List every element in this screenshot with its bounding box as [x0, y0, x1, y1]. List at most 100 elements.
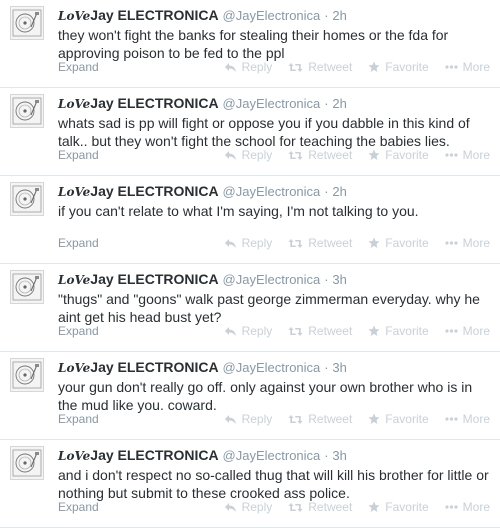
- author-prefix[interactable]: LoVe: [58, 9, 90, 23]
- tweet-header: LoVeJay ELECTRONICA @JayElectronica · 2h: [58, 183, 347, 201]
- favorite-button[interactable]: Favorite: [368, 60, 429, 74]
- retweet-button[interactable]: Retweet: [288, 148, 352, 162]
- tweet-time[interactable]: 2h: [332, 96, 346, 111]
- more-button[interactable]: More: [445, 324, 490, 338]
- more-button[interactable]: More: [445, 500, 490, 514]
- turntable-avatar-icon: [11, 95, 43, 127]
- expand-link[interactable]: Expand: [58, 500, 99, 514]
- tweet[interactable]: LoVeJay ELECTRONICA @JayElectronica · 2h…: [0, 176, 500, 264]
- tweet[interactable]: LoVeJay ELECTRONICA @JayElectronica · 2h…: [0, 88, 500, 176]
- turntable-avatar-icon: [11, 271, 43, 303]
- tweet-timeline: LoVeJay ELECTRONICA @JayElectronica · 2h…: [0, 0, 500, 528]
- favorite-button[interactable]: Favorite: [368, 324, 429, 338]
- author-prefix[interactable]: LoVe: [58, 97, 90, 111]
- author-name[interactable]: Jay ELECTRONICA: [90, 359, 218, 375]
- tweet[interactable]: LoVeJay ELECTRONICA @JayElectronica · 3h…: [0, 352, 500, 440]
- tweet-text: whats sad is pp will fight or oppose you…: [58, 115, 470, 149]
- reply-button[interactable]: Reply: [224, 412, 272, 426]
- tweet-time[interactable]: 3h: [332, 360, 346, 375]
- author-name[interactable]: Jay ELECTRONICA: [90, 95, 218, 111]
- reply-label: Reply: [241, 324, 273, 338]
- tweet-time[interactable]: 2h: [332, 184, 346, 199]
- retweet-button[interactable]: Retweet: [288, 324, 352, 338]
- reply-button[interactable]: Reply: [224, 324, 273, 338]
- avatar[interactable]: [10, 182, 44, 216]
- retweet-icon: [288, 150, 303, 160]
- retweet-button[interactable]: Retweet: [288, 500, 352, 514]
- separator-dot: ·: [324, 8, 329, 23]
- author-name[interactable]: Jay ELECTRONICA: [90, 271, 218, 287]
- turntable-avatar-icon: [11, 183, 43, 215]
- reply-label: Reply: [241, 148, 273, 162]
- tweet-actions: Reply Retweet Favorite More: [224, 236, 490, 250]
- tweet-text: if you can't relate to what I'm saying, …: [58, 203, 419, 219]
- retweet-button[interactable]: Retweet: [288, 236, 352, 250]
- reply-button[interactable]: Reply: [224, 500, 272, 514]
- author-prefix[interactable]: LoVe: [58, 185, 90, 199]
- avatar[interactable]: [10, 446, 44, 480]
- expand-link[interactable]: Expand: [58, 148, 99, 162]
- expand-link[interactable]: Expand: [58, 412, 99, 426]
- ellipsis-icon: [445, 417, 458, 421]
- author-handle[interactable]: @JayElectronica: [223, 184, 321, 199]
- reply-button[interactable]: Reply: [224, 60, 272, 74]
- star-icon: [368, 149, 380, 160]
- retweet-label: Retweet: [308, 60, 353, 74]
- expand-link[interactable]: Expand: [58, 236, 99, 250]
- retweet-label: Retweet: [308, 148, 353, 162]
- author-prefix[interactable]: LoVe: [58, 273, 90, 287]
- separator-dot: ·: [324, 96, 329, 111]
- tweet-header: LoVeJay ELECTRONICA @JayElectronica · 3h: [58, 447, 347, 465]
- retweet-label: Retweet: [308, 324, 353, 338]
- tweet[interactable]: LoVeJay ELECTRONICA @JayElectronica · 3h…: [0, 264, 500, 352]
- favorite-button[interactable]: Favorite: [368, 412, 429, 426]
- author-handle[interactable]: @JayElectronica: [223, 8, 321, 23]
- turntable-avatar-icon: [11, 447, 43, 479]
- avatar[interactable]: [10, 94, 44, 128]
- author-name[interactable]: Jay ELECTRONICA: [90, 183, 218, 199]
- retweet-icon: [288, 414, 303, 424]
- more-button[interactable]: More: [445, 148, 490, 162]
- star-icon: [368, 325, 380, 336]
- author-prefix[interactable]: LoVe: [58, 361, 90, 375]
- reply-icon: [224, 238, 236, 248]
- expand-link[interactable]: Expand: [58, 60, 99, 74]
- tweet[interactable]: LoVeJay ELECTRONICA @JayElectronica · 2h…: [0, 0, 500, 88]
- tweet[interactable]: LoVeJay ELECTRONICA @JayElectronica · 3h…: [0, 440, 500, 528]
- more-button[interactable]: More: [445, 60, 490, 74]
- author-name[interactable]: Jay ELECTRONICA: [90, 7, 218, 23]
- more-button[interactable]: More: [445, 236, 490, 250]
- expand-link[interactable]: Expand: [58, 324, 99, 338]
- more-label: More: [462, 412, 490, 426]
- avatar[interactable]: [10, 6, 44, 40]
- avatar[interactable]: [10, 270, 44, 304]
- star-icon: [368, 501, 380, 512]
- retweet-button[interactable]: Retweet: [288, 412, 352, 426]
- star-icon: [368, 237, 380, 248]
- author-handle[interactable]: @JayElectronica: [223, 448, 321, 463]
- reply-button[interactable]: Reply: [224, 236, 272, 250]
- author-handle[interactable]: @JayElectronica: [223, 272, 321, 287]
- retweet-icon: [288, 502, 303, 512]
- avatar[interactable]: [10, 358, 44, 392]
- tweet-time[interactable]: 3h: [332, 272, 346, 287]
- retweet-label: Retweet: [308, 412, 353, 426]
- favorite-button[interactable]: Favorite: [368, 500, 429, 514]
- author-name[interactable]: Jay ELECTRONICA: [90, 447, 218, 463]
- favorite-label: Favorite: [385, 412, 429, 426]
- star-icon: [368, 413, 380, 424]
- retweet-button[interactable]: Retweet: [288, 60, 352, 74]
- favorite-button[interactable]: Favorite: [368, 236, 429, 250]
- author-handle[interactable]: @JayElectronica: [223, 360, 321, 375]
- reply-icon: [224, 326, 236, 336]
- more-button[interactable]: More: [445, 412, 490, 426]
- author-prefix[interactable]: LoVe: [58, 449, 90, 463]
- favorite-button[interactable]: Favorite: [368, 148, 429, 162]
- more-label: More: [462, 324, 490, 338]
- tweet-time[interactable]: 2h: [332, 8, 346, 23]
- favorite-label: Favorite: [385, 236, 429, 250]
- reply-button[interactable]: Reply: [224, 148, 273, 162]
- tweet-time[interactable]: 3h: [332, 448, 346, 463]
- separator-dot: ·: [324, 272, 329, 287]
- author-handle[interactable]: @JayElectronica: [223, 96, 321, 111]
